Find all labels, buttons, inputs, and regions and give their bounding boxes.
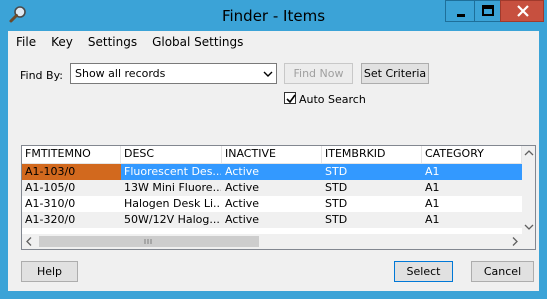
horizontal-scrollbar[interactable] (22, 234, 522, 249)
auto-search-label: Auto Search (299, 93, 366, 106)
minimize-button[interactable] (445, 0, 475, 22)
table-cell: Active (225, 197, 260, 210)
chevron-up-icon (524, 150, 534, 156)
scrollbar-thumb[interactable] (39, 236, 259, 247)
table-cell: A1-103/0 (22, 164, 121, 180)
table-cell: A1-105/0 (25, 181, 76, 194)
table-cell: 50W/12V Halog... (124, 213, 220, 226)
chevron-right-icon (512, 237, 518, 246)
column-header[interactable]: ITEMBRKID (322, 146, 422, 164)
checkmark-icon (286, 94, 296, 104)
table-cell: Active (225, 165, 260, 178)
table-cell: A1 (425, 197, 440, 210)
find-now-button[interactable]: Find Now (284, 63, 353, 84)
column-header[interactable]: DESC (121, 146, 222, 164)
menu-global-settings[interactable]: Global Settings (143, 33, 249, 53)
chevron-down-icon (524, 224, 534, 230)
items-grid[interactable]: FMTITEMNO DESC INACTIVE ITEMBRKID CATEGO… (21, 145, 536, 250)
table-cell: A1 (425, 213, 440, 226)
find-by-label: Find By: (20, 69, 63, 82)
table-cell: Active (225, 181, 260, 194)
scroll-right-button[interactable] (508, 234, 522, 249)
column-header[interactable]: INACTIVE (222, 146, 322, 164)
vertical-scrollbar[interactable] (522, 146, 535, 234)
table-cell: STD (325, 213, 348, 226)
chevron-left-icon (26, 237, 32, 246)
close-button[interactable] (500, 0, 544, 22)
find-by-select[interactable]: Show all records (70, 63, 277, 84)
table-cell: Halogen Desk Li... (124, 197, 222, 210)
set-criteria-button[interactable]: Set Criteria (361, 63, 429, 84)
menu-settings[interactable]: Settings (79, 33, 143, 53)
minimize-icon (457, 14, 465, 17)
column-header[interactable]: CATEGORY (422, 146, 522, 164)
help-button[interactable]: Help (21, 261, 78, 282)
client-area: File Key Settings Global Settings Find B… (8, 31, 539, 291)
find-by-value: Show all records (75, 67, 166, 80)
close-icon (517, 5, 529, 17)
column-header[interactable]: FMTITEMNO (22, 146, 121, 164)
table-cell: STD (325, 181, 348, 194)
table-cell: A1-310/0 (25, 197, 76, 210)
table-row[interactable]: A1-320/0 50W/12V Halog... Active STD A1 (22, 212, 522, 228)
scroll-up-button[interactable] (522, 146, 535, 160)
menu-key[interactable]: Key (42, 33, 79, 53)
menu-bar: File Key Settings Global Settings (8, 33, 249, 53)
scroll-left-button[interactable] (22, 234, 36, 249)
table-cell: 13W Mini Fluore... (124, 181, 222, 194)
scrollbar-corner (522, 234, 535, 249)
table-cell: STD (325, 197, 348, 210)
title-bar[interactable]: Finder - Items (0, 0, 547, 31)
select-button[interactable]: Select (394, 261, 453, 282)
finder-window: Finder - Items File Key Settings Global … (0, 0, 547, 299)
table-cell: Active (225, 213, 260, 226)
table-cell: STD (325, 165, 348, 178)
auto-search-checkbox[interactable] (284, 92, 296, 104)
table-cell: A1 (425, 181, 440, 194)
maximize-button[interactable] (474, 0, 501, 22)
maximize-icon (482, 5, 494, 16)
table-cell: A1-320/0 (25, 213, 76, 226)
scroll-down-button[interactable] (522, 220, 535, 234)
table-row[interactable]: A1-103/0 Fluorescent Des... Active STD A… (22, 164, 522, 180)
cancel-button[interactable]: Cancel (471, 261, 534, 282)
grid-rows: A1-103/0 Fluorescent Des... Active STD A… (22, 164, 522, 228)
table-row[interactable]: A1-310/0 Halogen Desk Li... Active STD A… (22, 196, 522, 212)
table-cell: Fluorescent Des... (124, 165, 222, 178)
table-row[interactable]: A1-105/0 13W Mini Fluore... Active STD A… (22, 180, 522, 196)
table-cell: A1 (425, 165, 440, 178)
menu-file[interactable]: File (8, 33, 42, 53)
grid-header: FMTITEMNO DESC INACTIVE ITEMBRKID CATEGO… (22, 146, 522, 164)
chevron-down-icon (263, 71, 273, 77)
grip-icon (144, 239, 152, 244)
